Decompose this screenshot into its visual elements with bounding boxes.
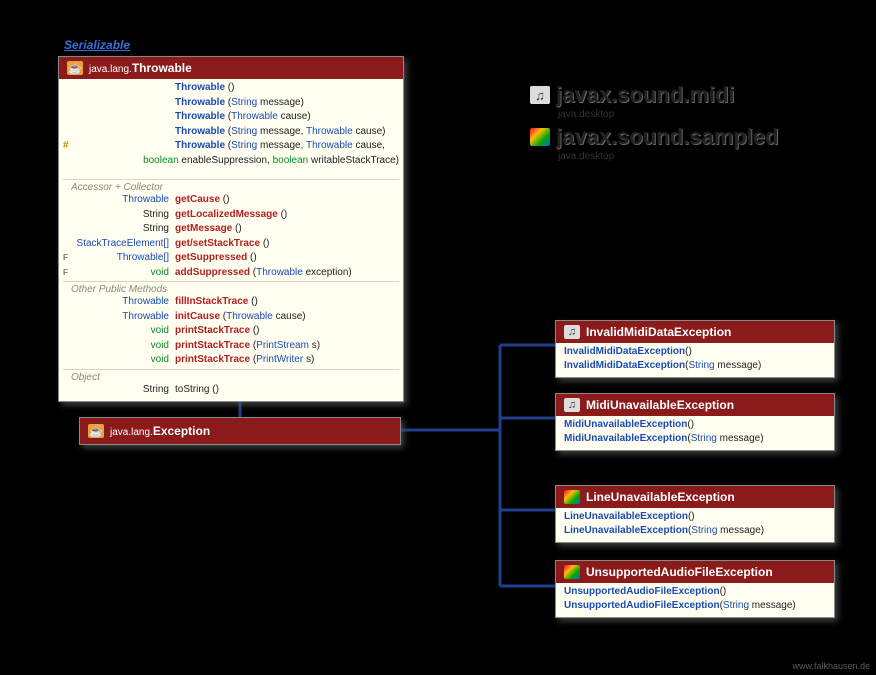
sampled-icon <box>530 128 550 146</box>
midi-icon: ♫ <box>530 86 550 104</box>
pkg-midi-module: java.desktop <box>558 109 614 120</box>
throwable-pkg: java.lang. <box>89 64 132 75</box>
invalid-midi-box: ♫ InvalidMidiDataException InvalidMidiDa… <box>555 320 835 378</box>
sampled-icon <box>564 565 580 579</box>
exception-header: ☕ java.lang.Exception <box>80 418 400 444</box>
unsupported-audio-header: UnsupportedAudioFileException <box>556 561 834 583</box>
pkg-sampled-module: java.desktop <box>558 151 614 162</box>
section-object: Object <box>63 369 399 383</box>
throwable-class: Throwable <box>132 61 192 75</box>
line-unavail-header: LineUnavailableException <box>556 486 834 508</box>
midi-unavail-box: ♫ MidiUnavailableException MidiUnavailab… <box>555 393 835 451</box>
line-unavail-class: LineUnavailableException <box>586 490 735 504</box>
midi-unavail-class: MidiUnavailableException <box>586 398 734 412</box>
cup-icon: ☕ <box>88 424 104 438</box>
pkg-sampled-name: javax.sound.sampled <box>556 124 779 150</box>
section-accessor: Accessor + Collector <box>63 179 399 193</box>
cup-icon: ☕ <box>67 61 83 75</box>
exception-pkg: java.lang. <box>110 427 153 438</box>
serializable-label: Serializable <box>64 38 130 52</box>
midi-unavail-header: ♫ MidiUnavailableException <box>556 394 834 416</box>
throwable-header: ☕ java.lang.Throwable <box>59 57 403 79</box>
exception-box: ☕ java.lang.Exception <box>79 417 401 445</box>
unsupported-audio-class: UnsupportedAudioFileException <box>586 565 773 579</box>
line-unavail-box: LineUnavailableException LineUnavailable… <box>555 485 835 543</box>
throwable-box: ☕ java.lang.Throwable Throwable () Throw… <box>58 56 404 402</box>
throwable-body: Throwable () Throwable (String message) … <box>59 79 403 401</box>
midi-icon: ♫ <box>564 398 580 412</box>
sampled-icon <box>564 490 580 504</box>
pkg-midi-name: javax.sound.midi <box>556 82 735 108</box>
invalid-midi-class: InvalidMidiDataException <box>586 325 731 339</box>
invalid-midi-header: ♫ InvalidMidiDataException <box>556 321 834 343</box>
pkg-midi-title: ♫ javax.sound.midi java.desktop <box>530 82 735 108</box>
unsupported-audio-box: UnsupportedAudioFileException Unsupporte… <box>555 560 835 618</box>
watermark: www.falkhausen.de <box>792 661 870 671</box>
section-other: Other Public Methods <box>63 281 399 295</box>
pkg-sampled-title: javax.sound.sampled java.desktop <box>530 124 779 150</box>
exception-class: Exception <box>153 424 210 438</box>
midi-icon: ♫ <box>564 325 580 339</box>
